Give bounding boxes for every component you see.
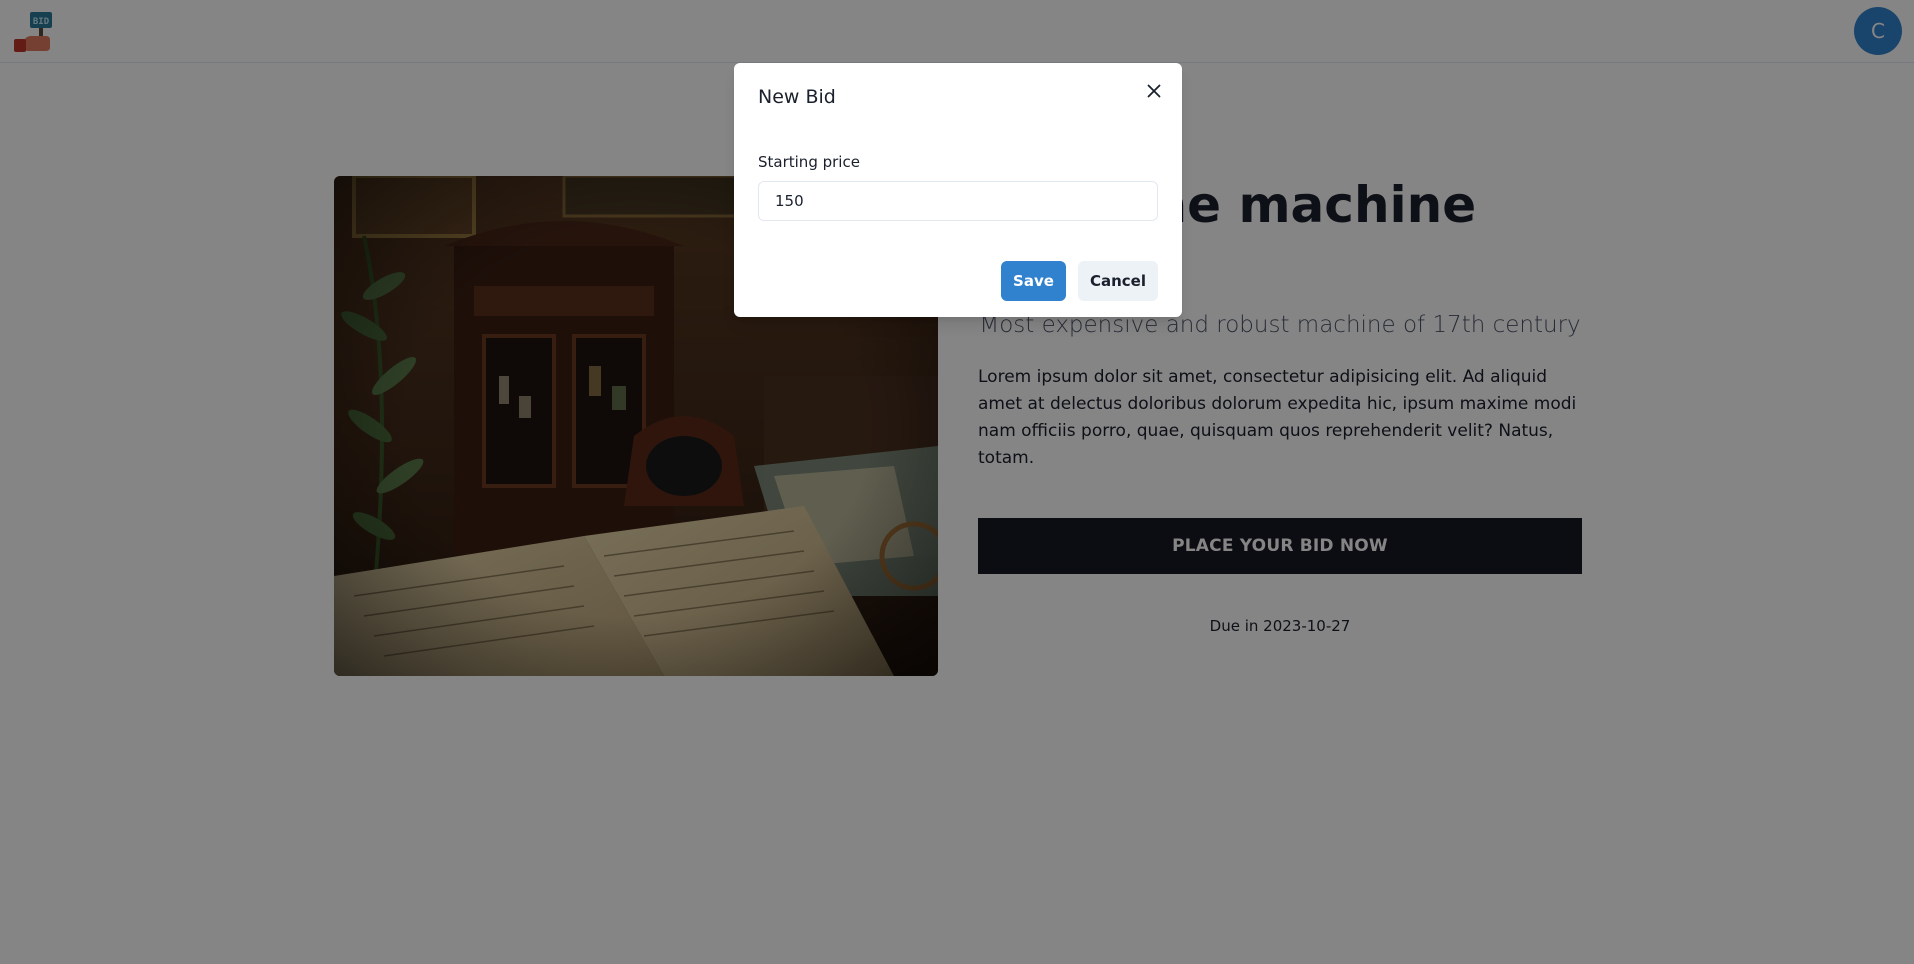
close-icon — [1147, 84, 1161, 98]
starting-price-input[interactable] — [758, 181, 1158, 221]
close-modal-button[interactable] — [1138, 75, 1170, 107]
starting-price-label: Starting price — [758, 153, 860, 171]
modal-title: New Bid — [758, 86, 836, 108]
cancel-button[interactable]: Cancel — [1078, 261, 1158, 301]
save-button[interactable]: Save — [1001, 261, 1066, 301]
new-bid-modal: New Bid Starting price Save Cancel — [734, 63, 1182, 317]
